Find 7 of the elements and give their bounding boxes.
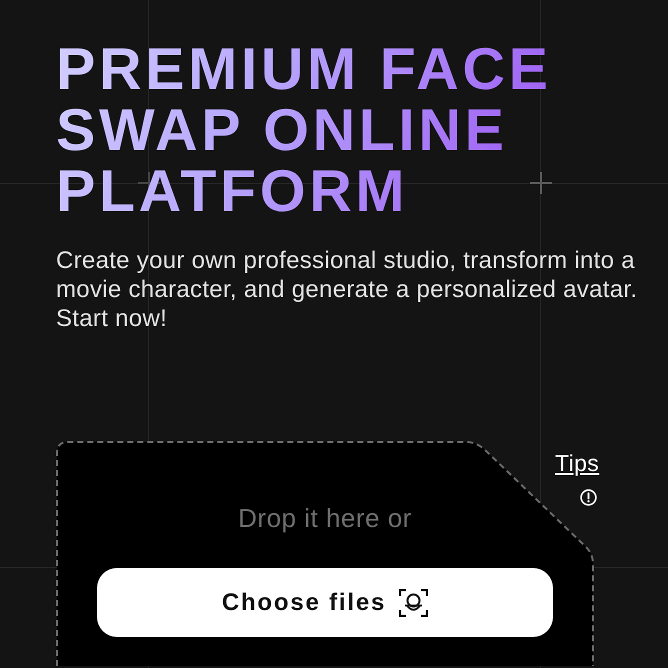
drop-prompt: Drop it here or [238,503,412,534]
plus-icon [530,172,552,194]
choose-files-button[interactable]: Choose files [97,568,553,637]
alert-icon[interactable] [580,489,597,506]
tips-link[interactable]: Tips [555,450,600,476]
face-scan-icon [399,588,428,616]
hero-subtitle: Create your own professional studio, transform into a movie character, and generate a personalized avatar. Start now! [56,246,638,333]
